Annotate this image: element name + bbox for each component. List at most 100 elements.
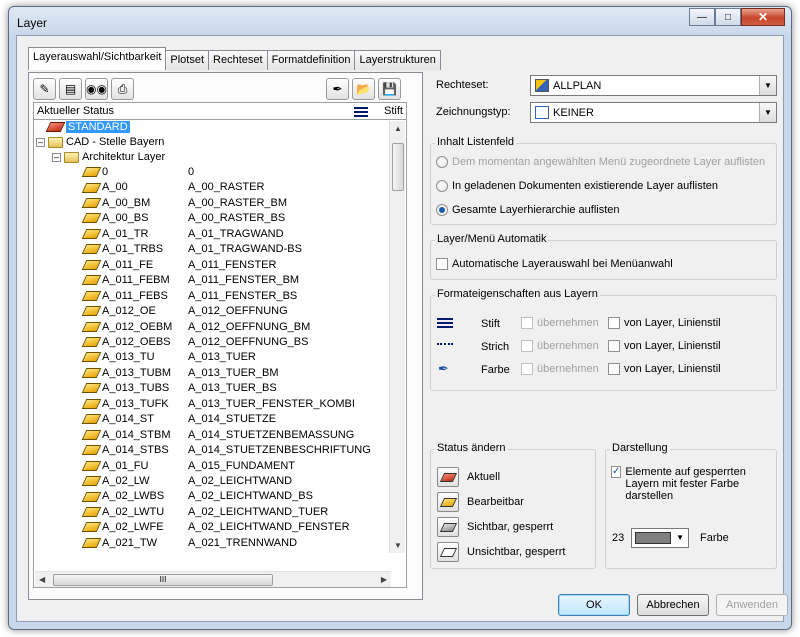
- layer-icon: [81, 367, 102, 378]
- fixed-color-checkbox[interactable]: ✓ Elemente auf gesperrten Layern mit fest…: [611, 466, 771, 502]
- color-picker[interactable]: ▼: [631, 528, 689, 548]
- print-button[interactable]: ⎙: [111, 78, 134, 100]
- take-over-checkbox[interactable]: übernehmen: [521, 317, 599, 329]
- title-bar[interactable]: Layer — □ ✕: [9, 7, 791, 35]
- layer-tree[interactable]: STANDARD – CAD - Stelle Bayern – Architekt…: [33, 120, 407, 588]
- folder-icon: [64, 151, 79, 163]
- save-file-button[interactable]: 💾: [378, 78, 401, 100]
- rechteset-label: Rechteset:: [436, 79, 489, 91]
- take-over-checkbox[interactable]: übernehmen: [521, 363, 599, 375]
- tree-layer-row[interactable]: A_00 A_00_RASTER: [81, 181, 264, 196]
- tree-layer-row[interactable]: A_011_FE A_011_FENSTER: [81, 259, 276, 274]
- close-button[interactable]: ✕: [741, 8, 785, 26]
- tree-layer-row[interactable]: A_013_TUBM A_013_TUER_BM: [81, 367, 279, 382]
- tab-layerstrukturen[interactable]: Layerstrukturen: [354, 50, 441, 70]
- edit-layer-button[interactable]: ▤: [59, 78, 82, 100]
- status-aktuell-button[interactable]: [437, 467, 459, 487]
- tree-layer-row[interactable]: A_012_OEBS A_012_OEFFNUNG_BS: [81, 336, 308, 351]
- radio-full-hierarchy[interactable]: Gesamte Layerhierarchie auflisten: [436, 204, 620, 216]
- tree-layer-row[interactable]: A_013_TU A_013_TUER: [81, 351, 256, 366]
- open-file-button[interactable]: 📂: [352, 78, 375, 100]
- caption-buttons: — □ ✕: [689, 8, 785, 26]
- layer-icon: [81, 537, 102, 548]
- radio-circle: [436, 204, 448, 216]
- tree-layer-row[interactable]: A_014_STBS A_014_STUETZENBESCHRIFTUNG: [81, 444, 371, 459]
- from-layer-checkbox[interactable]: von Layer, Linienstil: [608, 340, 721, 352]
- scroll-right-icon[interactable]: ▶: [381, 575, 387, 584]
- tree-node-cad[interactable]: – CAD - Stelle Bayern: [36, 136, 164, 151]
- scroll-down-icon[interactable]: ▼: [394, 541, 402, 550]
- tree-node-label: STANDARD: [66, 121, 130, 133]
- ok-button[interactable]: OK: [558, 594, 630, 616]
- new-layer-button[interactable]: ✎: [33, 78, 56, 100]
- find-layer-button[interactable]: ◉◉: [85, 78, 108, 100]
- tree-layer-row[interactable]: A_02_LWBS A_02_LEICHTWAND_BS: [81, 490, 313, 505]
- cancel-button[interactable]: Abbrechen: [637, 594, 709, 616]
- tree-layer-row[interactable]: A_01_TR A_01_TRAGWAND: [81, 228, 284, 243]
- status-sichtbar-button[interactable]: [437, 517, 459, 537]
- layer-full-name: A_011_FENSTER_BS: [188, 289, 298, 302]
- hscroll-thumb[interactable]: III: [53, 574, 273, 586]
- tree-layer-row[interactable]: A_011_FEBM A_011_FENSTER_BM: [81, 274, 299, 289]
- scroll-left-icon[interactable]: ◀: [39, 575, 45, 584]
- tree-node-standard[interactable]: STANDARD: [45, 121, 130, 136]
- farbe-label: Farbe: [700, 532, 729, 544]
- pipette-button[interactable]: ✒: [326, 78, 349, 100]
- tab-plotset[interactable]: Plotset: [165, 50, 210, 70]
- auto-layer-checkbox[interactable]: Automatische Layerauswahl bei Menüanwahl: [436, 258, 673, 270]
- chevron-down-icon[interactable]: ▼: [759, 103, 776, 122]
- tree-layer-row[interactable]: A_02_LWTU A_02_LEICHTWAND_TUER: [81, 506, 328, 521]
- radio-menu-layers[interactable]: Dem momentan angewählten Menü zugeordnet…: [436, 156, 765, 168]
- tree-layer-row[interactable]: A_01_FU A_015_FUNDAMENT: [81, 460, 295, 475]
- chevron-down-icon[interactable]: ▼: [676, 533, 684, 542]
- tree-node-label: CAD - Stelle Bayern: [66, 136, 165, 148]
- tree-layer-row[interactable]: A_021_TW A_021_TRENNWAND: [81, 537, 297, 552]
- tree-layer-row[interactable]: A_00_BM A_00_RASTER_BM: [81, 197, 287, 212]
- layer-icon: [81, 398, 102, 409]
- layer-current-icon: [45, 122, 66, 133]
- tree-layer-row[interactable]: A_01_TRBS A_01_TRAGWAND-BS: [81, 243, 302, 258]
- chevron-down-icon[interactable]: ▼: [759, 76, 776, 95]
- zeichnungstyp-combo[interactable]: KEINER ▼: [530, 102, 777, 123]
- tab-rechteset[interactable]: Rechteset: [208, 50, 268, 70]
- collapse-icon[interactable]: –: [52, 152, 61, 162]
- tree-vertical-scrollbar[interactable]: ▲ ▼: [389, 121, 405, 553]
- stift-column-header[interactable]: Stift: [384, 105, 403, 117]
- checkbox-box: ✓: [611, 466, 622, 478]
- tree-horizontal-scrollbar[interactable]: ◀ III ▶: [35, 571, 391, 587]
- window-title: Layer: [17, 16, 48, 30]
- status-column-header[interactable]: Aktueller Status: [37, 105, 114, 117]
- tree-layer-row[interactable]: 00: [81, 166, 194, 181]
- take-over-checkbox[interactable]: übernehmen: [521, 340, 599, 352]
- layer-icon: [81, 197, 102, 208]
- radio-document-layers[interactable]: In geladenen Dokumenten existierende Lay…: [436, 180, 718, 192]
- from-layer-checkbox[interactable]: von Layer, Linienstil: [608, 363, 721, 375]
- maximize-button[interactable]: □: [715, 8, 741, 26]
- collapse-icon[interactable]: –: [36, 137, 45, 147]
- tree-layer-row[interactable]: A_014_ST A_014_STUETZE: [81, 413, 276, 428]
- tab-layerauswahl[interactable]: Layerauswahl/Sichtbarkeit: [28, 47, 167, 70]
- tree-layer-row[interactable]: A_012_OEBM A_012_OEFFNUNG_BM: [81, 320, 310, 336]
- tree-layer-row[interactable]: A_013_TUFK A_013_TUER_FENSTER_KOMBI: [81, 398, 355, 413]
- tree-layer-row[interactable]: A_011_FEBS A_011_FENSTER_BS: [81, 289, 298, 305]
- tree-layer-row[interactable]: A_012_OE A_012_OEFFNUNG: [81, 305, 288, 320]
- tree-layer-row[interactable]: A_02_LWFE A_02_LEICHTWAND_FENSTER: [81, 521, 350, 536]
- status-unsichtbar-button[interactable]: [437, 542, 459, 562]
- from-layer-checkbox[interactable]: von Layer, Linienstil: [608, 317, 721, 329]
- scroll-up-icon[interactable]: ▲: [394, 124, 402, 133]
- status-bearbeitbar-button[interactable]: [437, 492, 459, 512]
- tab-formatdefinition[interactable]: Formatdefinition: [266, 50, 356, 70]
- scroll-thumb[interactable]: [392, 143, 404, 191]
- tree-layer-row[interactable]: A_00_BS A_00_RASTER_BS: [81, 212, 285, 227]
- apply-button[interactable]: Anwenden: [716, 594, 788, 616]
- rechteset-combo[interactable]: ALLPLAN ▼: [530, 75, 777, 96]
- tree-layer-row[interactable]: A_014_STBM A_014_STUETZENBEMASSUNG: [81, 429, 354, 444]
- tree-layer-row[interactable]: A_02_LW A_02_LEICHTWAND: [81, 475, 292, 490]
- checkbox-label: Automatische Layerauswahl bei Menüanwahl: [452, 258, 673, 270]
- printer-icon: ⎙: [117, 81, 128, 96]
- layer-current-icon: [439, 473, 458, 482]
- minimize-button[interactable]: —: [689, 8, 715, 26]
- layer-short-name: A_012_OEBM: [102, 320, 173, 333]
- tree-node-architektur[interactable]: – Architektur Layer: [52, 151, 165, 166]
- tree-layer-row[interactable]: A_013_TUBS A_013_TUER_BS: [81, 382, 277, 397]
